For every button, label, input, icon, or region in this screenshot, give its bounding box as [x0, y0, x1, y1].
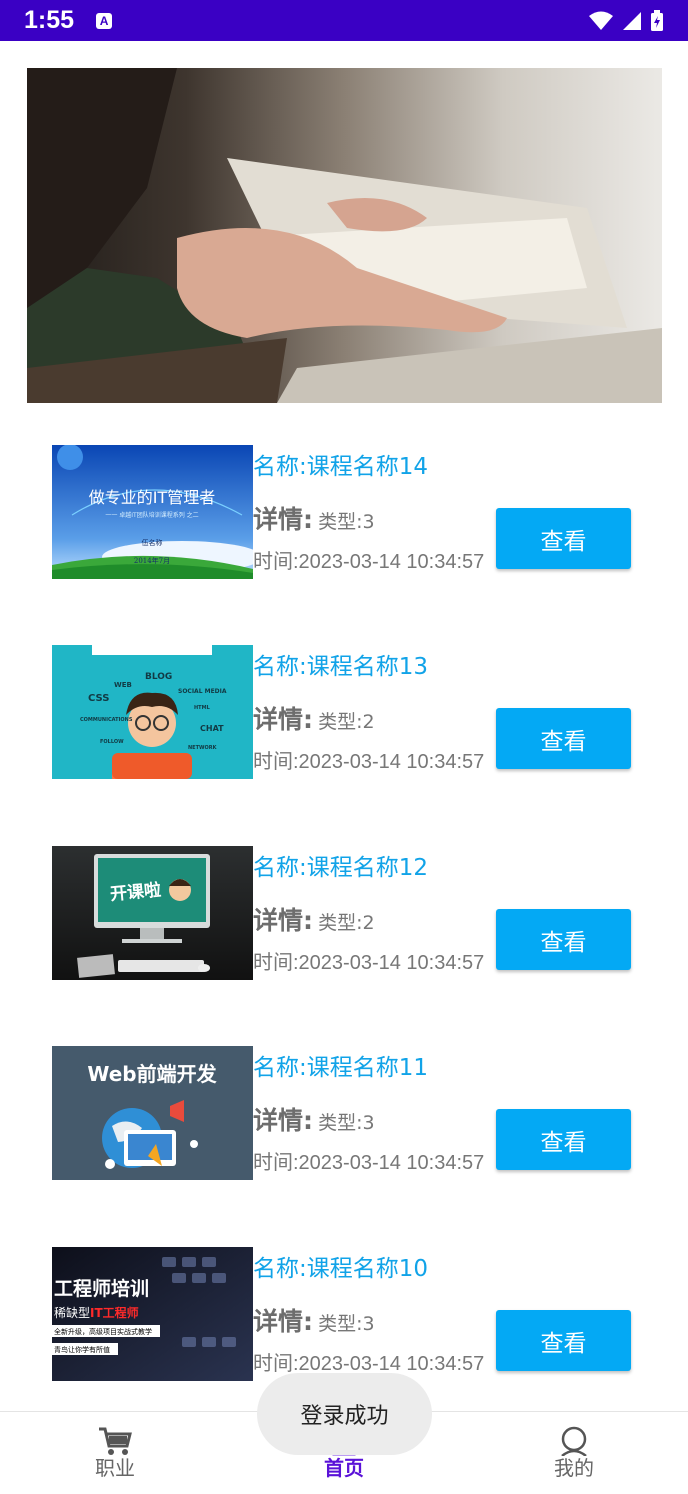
svg-text:CSS: CSS	[88, 693, 109, 704]
course-name: 名称:课程名称13	[253, 654, 429, 680]
course-detail: 详情: 类型:2	[253, 901, 375, 937]
svg-text:BLOG: BLOG	[145, 672, 172, 682]
course-item[interactable]: Web前端开发 名称:课程名称11 详情: 类型:3 时间:2023-03-14…	[52, 1046, 652, 1181]
course-thumbnail: 做专业的IT管理者 一一 卓越IT团队培训课程系列 之二 伍名称 2014年7月	[52, 445, 253, 579]
course-time: 时间:2023-03-14 10:34:57	[253, 551, 485, 573]
course-item[interactable]: BLOG WEB CSS SOCIAL MEDIA HTML CHAT COMM…	[52, 645, 652, 780]
detail-label: 详情:	[253, 1106, 313, 1135]
view-button[interactable]: 查看	[496, 508, 631, 569]
course-time: 时间:2023-03-14 10:34:57	[253, 1152, 485, 1174]
view-button[interactable]: 查看	[496, 1109, 631, 1170]
svg-text:HTML: HTML	[194, 705, 211, 711]
course-thumbnail: 工程师培训 稀缺型IT工程师 全新升级，高级项目实战式教学 青鸟让你学有所值	[52, 1247, 253, 1381]
course-detail: 详情: 类型:3	[253, 1302, 375, 1338]
course-name: 名称:课程名称11	[253, 1055, 429, 1081]
svg-text:CHAT: CHAT	[200, 724, 224, 733]
course-thumbnail: 开课啦	[52, 846, 253, 980]
signal-icon	[623, 11, 641, 30]
banner-photo	[27, 68, 662, 403]
course-thumbnail: BLOG WEB CSS SOCIAL MEDIA HTML CHAT COMM…	[52, 645, 253, 779]
status-bar: 1:55 A	[0, 0, 688, 41]
course-item[interactable]: 做专业的IT管理者 一一 卓越IT团队培训课程系列 之二 伍名称 2014年7月…	[52, 445, 652, 580]
nav-item-mine[interactable]: 我的	[514, 1412, 634, 1494]
svg-text:NETWORK: NETWORK	[188, 745, 218, 751]
svg-text:开课啦: 开课啦	[109, 880, 162, 905]
detail-label: 详情:	[253, 906, 313, 935]
course-name: 名称:课程名称14	[253, 454, 429, 480]
svg-text:SOCIAL MEDIA: SOCIAL MEDIA	[178, 688, 227, 695]
status-icons	[588, 9, 664, 32]
svg-text:WEB: WEB	[114, 681, 132, 689]
course-name: 名称:课程名称12	[253, 855, 429, 881]
banner-image	[27, 68, 662, 403]
wifi-icon	[589, 11, 613, 30]
toast-message: 登录成功	[257, 1373, 432, 1455]
svg-text:工程师培训: 工程师培训	[54, 1277, 149, 1300]
svg-text:2014年7月: 2014年7月	[134, 556, 170, 565]
course-item[interactable]: 工程师培训 稀缺型IT工程师 全新升级，高级项目实战式教学 青鸟让你学有所值 名…	[52, 1247, 652, 1382]
detail-label: 详情:	[253, 1307, 313, 1336]
course-detail: 详情: 类型:2	[253, 700, 375, 736]
course-time: 时间:2023-03-14 10:34:57	[253, 751, 485, 773]
detail-value: 类型:3	[318, 1112, 375, 1134]
svg-text:做专业的IT管理者: 做专业的IT管理者	[89, 488, 216, 507]
nav-item-career[interactable]: 职业	[55, 1412, 175, 1494]
status-time: 1:55	[24, 6, 75, 34]
notification-a-icon: A	[96, 12, 113, 29]
view-button[interactable]: 查看	[496, 708, 631, 769]
nav-label: 职业	[95, 1456, 135, 1480]
course-item[interactable]: 开课啦 名称:课程名称12 详情: 类型:2 时间:2023-03-14 10:…	[52, 846, 652, 981]
course-time: 时间:2023-03-14 10:34:57	[253, 952, 485, 974]
detail-label: 详情:	[253, 705, 313, 734]
svg-text:全新升级，高级项目实战式教学: 全新升级，高级项目实战式教学	[54, 1327, 152, 1336]
svg-text:COMMUNICATIONS: COMMUNICATIONS	[80, 717, 133, 723]
svg-text:一一 卓越IT团队培训课程系列 之二: 一一 卓越IT团队培训课程系列 之二	[105, 511, 198, 519]
course-thumbnail: Web前端开发	[52, 1046, 253, 1180]
svg-text:青鸟让你学有所值: 青鸟让你学有所值	[54, 1345, 110, 1354]
detail-value: 类型:2	[318, 912, 375, 934]
detail-value: 类型:3	[318, 1313, 375, 1335]
course-detail: 详情: 类型:3	[253, 1101, 375, 1137]
course-name: 名称:课程名称10	[253, 1256, 429, 1282]
svg-text:稀缺型IT工程师: 稀缺型IT工程师	[54, 1305, 139, 1320]
detail-value: 类型:3	[318, 511, 375, 533]
course-detail: 详情: 类型:3	[253, 500, 375, 536]
nav-label: 我的	[554, 1456, 594, 1480]
battery-icon	[651, 9, 663, 31]
svg-text:Web前端开发: Web前端开发	[87, 1062, 217, 1086]
detail-label: 详情:	[253, 505, 313, 534]
svg-text:FOLLOW: FOLLOW	[100, 739, 124, 745]
course-time: 时间:2023-03-14 10:34:57	[253, 1353, 485, 1375]
view-button[interactable]: 查看	[496, 1310, 631, 1371]
view-button[interactable]: 查看	[496, 909, 631, 970]
detail-value: 类型:2	[318, 711, 375, 733]
svg-text:伍名称: 伍名称	[142, 538, 163, 547]
nav-label: 首页	[324, 1456, 364, 1480]
